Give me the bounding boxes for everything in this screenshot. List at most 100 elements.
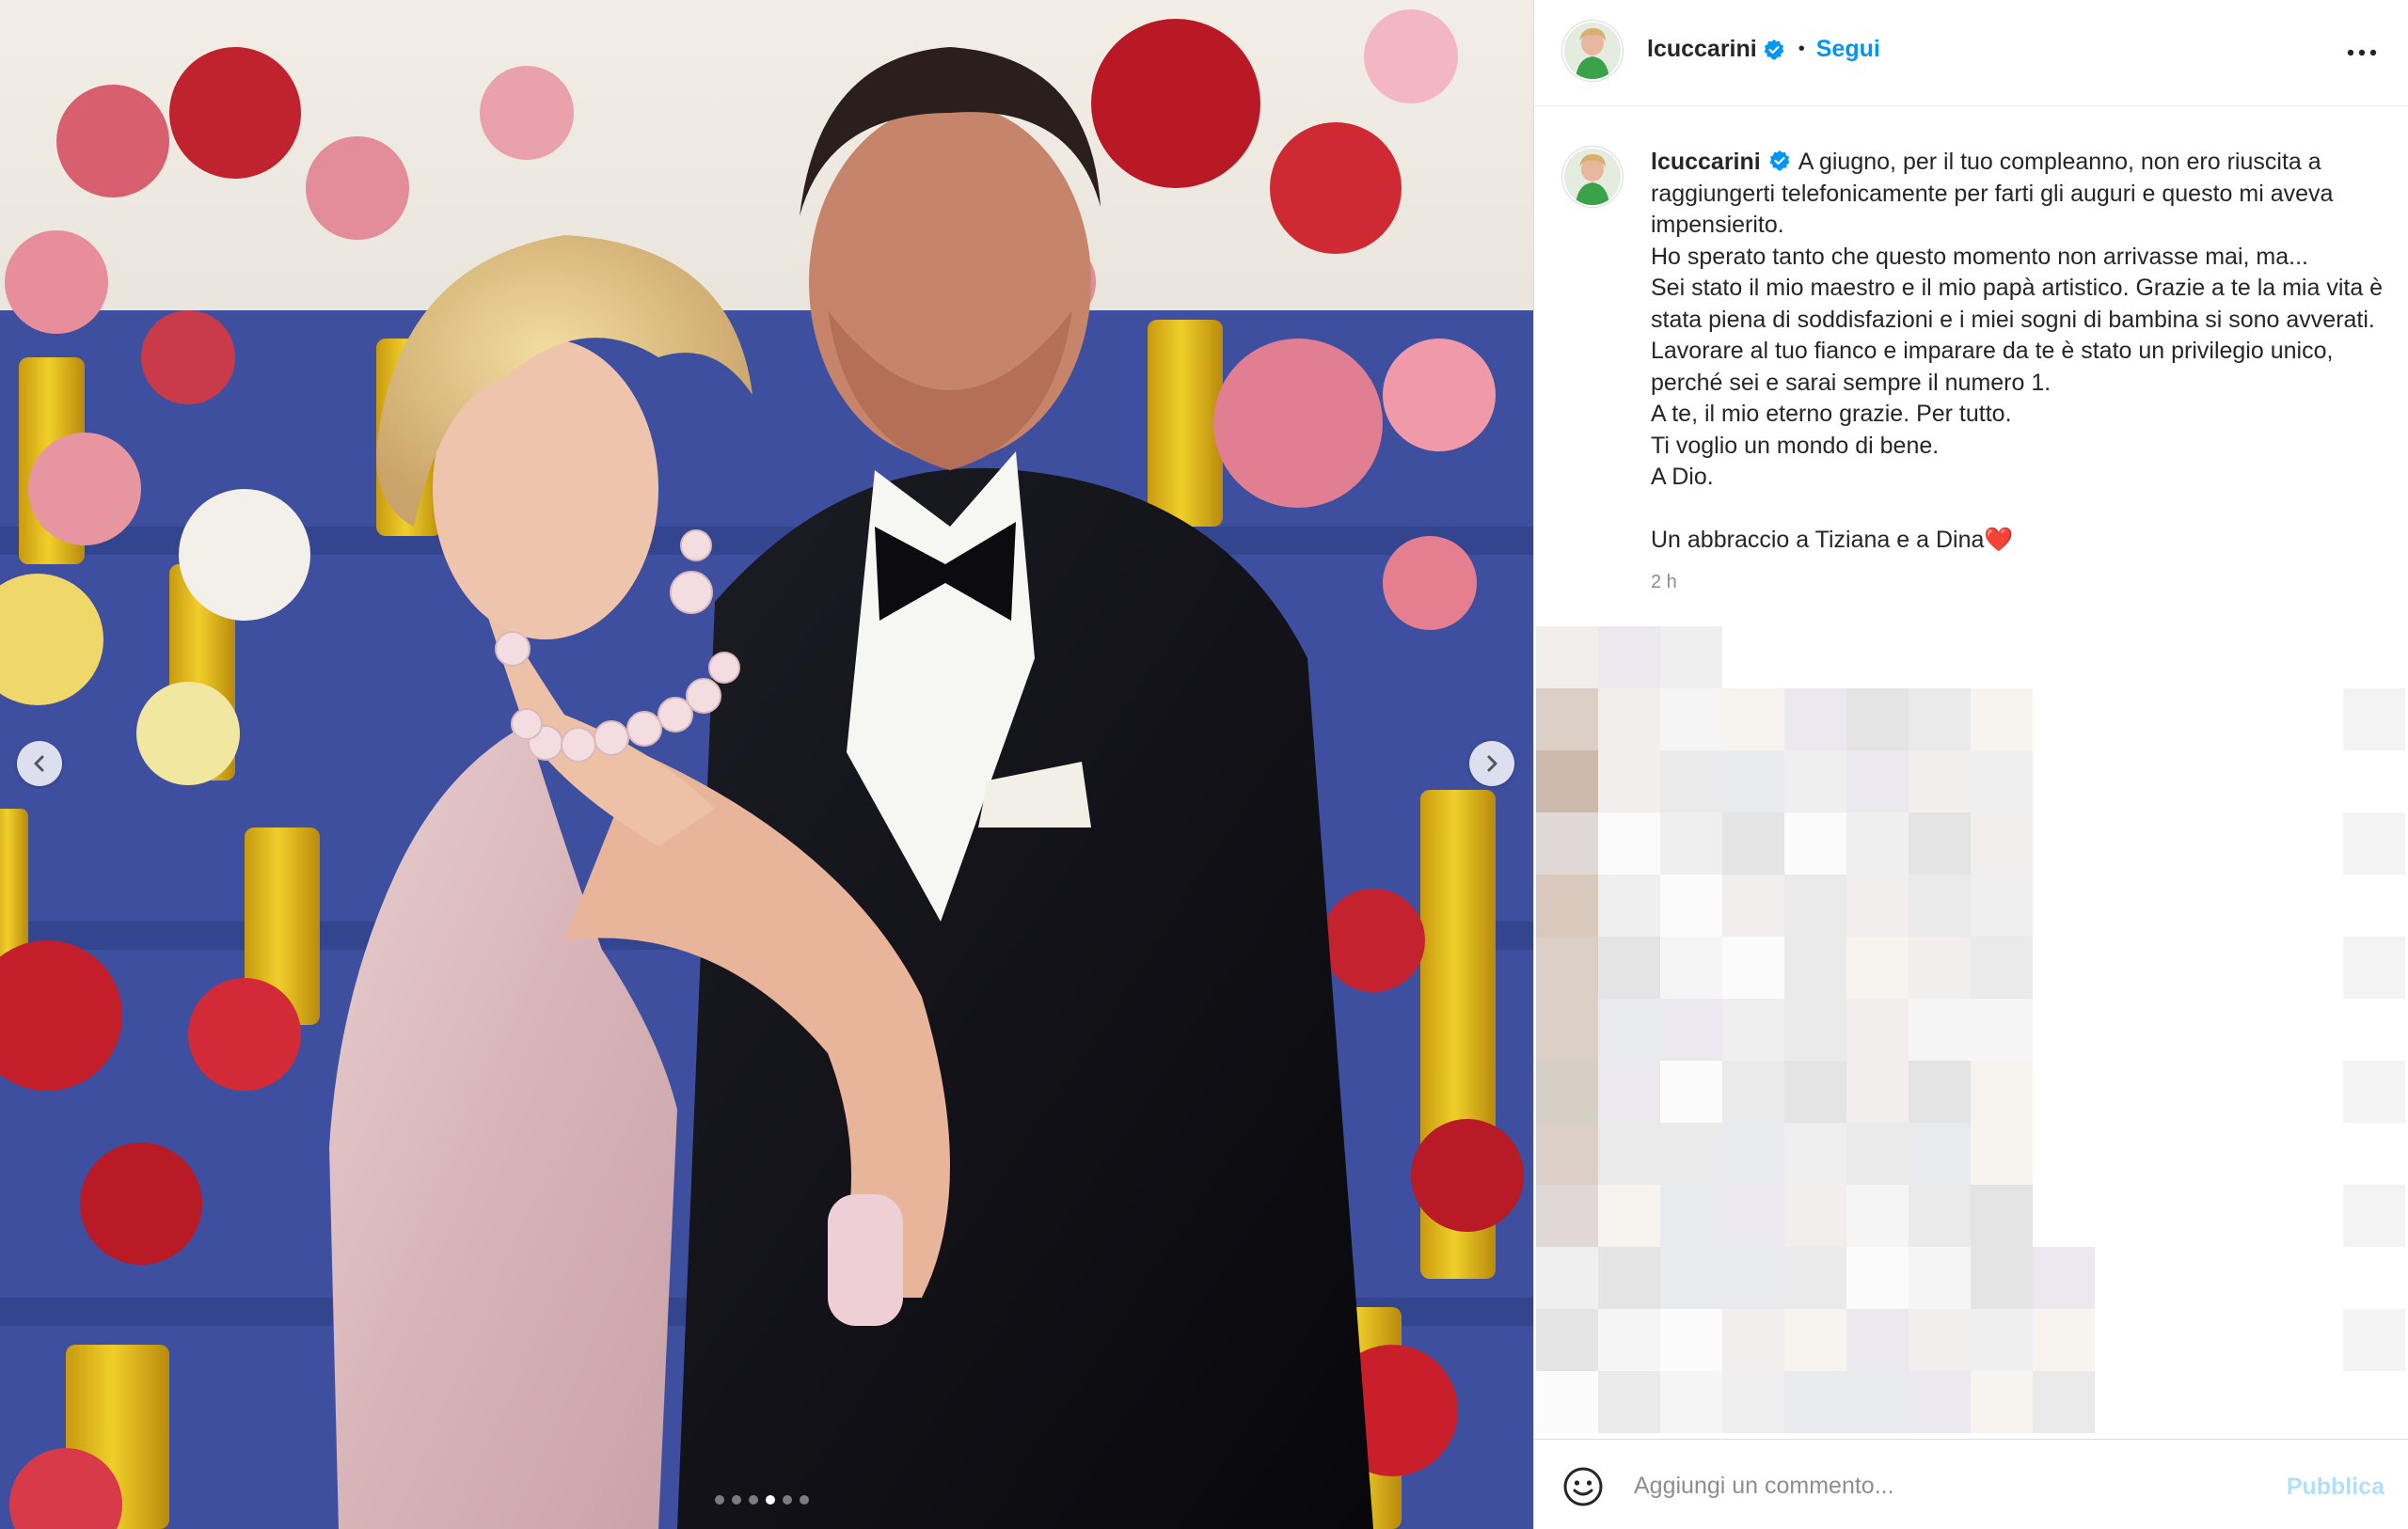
blurred-pixel [1536, 937, 1598, 999]
blurred-pixel [1846, 1061, 1909, 1123]
header-user-row: lcuccarini • Segui [1647, 36, 1880, 63]
blurred-pixel [1909, 1247, 1971, 1309]
blurred-pixel [1536, 875, 1598, 937]
header-username[interactable]: lcuccarini [1647, 36, 1757, 63]
blurred-pixel [1598, 1371, 1660, 1433]
blurred-pixel [2343, 1309, 2405, 1371]
blurred-pixel [2343, 937, 2405, 999]
avatar-image [1564, 23, 1621, 79]
caption-line [1651, 494, 2403, 526]
blurred-pixel [1598, 1247, 1660, 1309]
blurred-pixel [1971, 688, 2033, 750]
blurred-pixel [1660, 1371, 1722, 1433]
blurred-pixel [1598, 750, 1660, 812]
blurred-pixel [1971, 812, 2033, 875]
blurred-pixel [1784, 1123, 1846, 1185]
blurred-pixel [1660, 937, 1722, 999]
blurred-pixel [2343, 688, 2405, 750]
blurred-pixel [1598, 812, 1660, 875]
post-timestamp[interactable]: 2 h [1651, 572, 1677, 593]
carousel-dot [749, 1495, 758, 1505]
blurred-pixel [1971, 875, 2033, 937]
carousel-dot [783, 1495, 792, 1505]
blurred-pixel [1846, 937, 1909, 999]
blurred-pixel [1722, 937, 1784, 999]
chevron-left-icon [34, 755, 44, 772]
blurred-pixel [1722, 1371, 1784, 1433]
blurred-pixel [1909, 1123, 1971, 1185]
blurred-pixel [1598, 875, 1660, 937]
carousel-dot [732, 1495, 741, 1505]
follow-button[interactable]: Segui [1816, 36, 1880, 63]
blurred-pixel [1660, 688, 1722, 750]
avatar[interactable] [1564, 23, 1621, 79]
blurred-pixel [2033, 1371, 2095, 1433]
blurred-pixel [1660, 750, 1722, 812]
more-options-icon [2347, 49, 2377, 56]
caption-avatar[interactable] [1564, 149, 1621, 205]
blurred-pixel [1598, 937, 1660, 999]
avatar-image [1564, 149, 1621, 205]
blurred-pixel [1660, 1247, 1722, 1309]
blurred-pixel [1598, 999, 1660, 1061]
caption-line: A Dio. [1651, 464, 1714, 490]
blurred-pixel [1536, 1123, 1598, 1185]
blurred-pixel [1846, 1309, 1909, 1371]
blurred-pixel [1784, 875, 1846, 937]
blurred-pixel [1722, 688, 1784, 750]
post-side-panel: lcuccarini • Segui lcuccarini A giugno, … [1533, 0, 2408, 1529]
previous-image-button[interactable] [17, 741, 62, 786]
verified-badge-icon [1769, 150, 1790, 171]
blurred-pixel [1971, 750, 2033, 812]
blurred-pixel [1722, 875, 1784, 937]
caption-line: Sei stato il mio maestro e il mio papà a… [1651, 275, 2384, 396]
blurred-pixel [1784, 1185, 1846, 1247]
blurred-pixel [1598, 1123, 1660, 1185]
blurred-pixel [1971, 937, 2033, 999]
carousel-dot [715, 1495, 724, 1505]
blurred-pixel [1846, 999, 1909, 1061]
caption-username[interactable]: lcuccarini [1651, 149, 1761, 175]
blurred-pixel [1909, 688, 1971, 750]
carousel-dot [800, 1495, 809, 1505]
blurred-pixel [1722, 1185, 1784, 1247]
blurred-pixel [1722, 999, 1784, 1061]
carousel-indicator [715, 1495, 809, 1505]
caption-line: Ho sperato tanto che questo momento non … [1651, 243, 2308, 270]
next-image-button[interactable] [1469, 741, 1514, 786]
blurred-pixel [1722, 1123, 1784, 1185]
blurred-pixel [1660, 875, 1722, 937]
emoji-smiley-icon[interactable] [1562, 1466, 1604, 1507]
blurred-pixel [1660, 1309, 1722, 1371]
blurred-pixel [1536, 750, 1598, 812]
blurred-pixel [1909, 1185, 1971, 1247]
more-options-button[interactable] [2343, 34, 2381, 71]
blurred-pixel [2033, 1247, 2095, 1309]
post-media[interactable] [0, 0, 1533, 1529]
blurred-pixel [1722, 812, 1784, 875]
blurred-pixel [1784, 1247, 1846, 1309]
blurred-pixel [2343, 1061, 2405, 1123]
comment-input[interactable] [1632, 1466, 2238, 1505]
publish-button[interactable]: Pubblica [2287, 1474, 2384, 1501]
blurred-pixel [1909, 875, 1971, 937]
blurred-pixel [1660, 999, 1722, 1061]
verified-badge-icon [1764, 39, 1784, 60]
blurred-pixel [1784, 999, 1846, 1061]
blurred-pixel [1846, 1185, 1909, 1247]
comment-bar: Pubblica [1534, 1439, 2408, 1529]
blurred-pixel [1971, 1185, 2033, 1247]
blurred-pixel [1846, 1247, 1909, 1309]
blurred-pixel [1784, 1309, 1846, 1371]
chevron-right-icon [1487, 755, 1497, 772]
blurred-pixel [1846, 1371, 1909, 1433]
caption-line: A te, il mio eterno grazie. Per tutto. [1651, 401, 2012, 427]
blurred-pixel [1536, 1371, 1598, 1433]
blurred-pixel [1909, 1061, 1971, 1123]
blurred-pixel [1598, 626, 1660, 688]
blurred-pixel [1971, 1247, 2033, 1309]
blurred-pixel [1536, 688, 1598, 750]
blurred-pixel [1536, 812, 1598, 875]
blurred-pixel [1784, 688, 1846, 750]
blurred-pixel [1784, 812, 1846, 875]
